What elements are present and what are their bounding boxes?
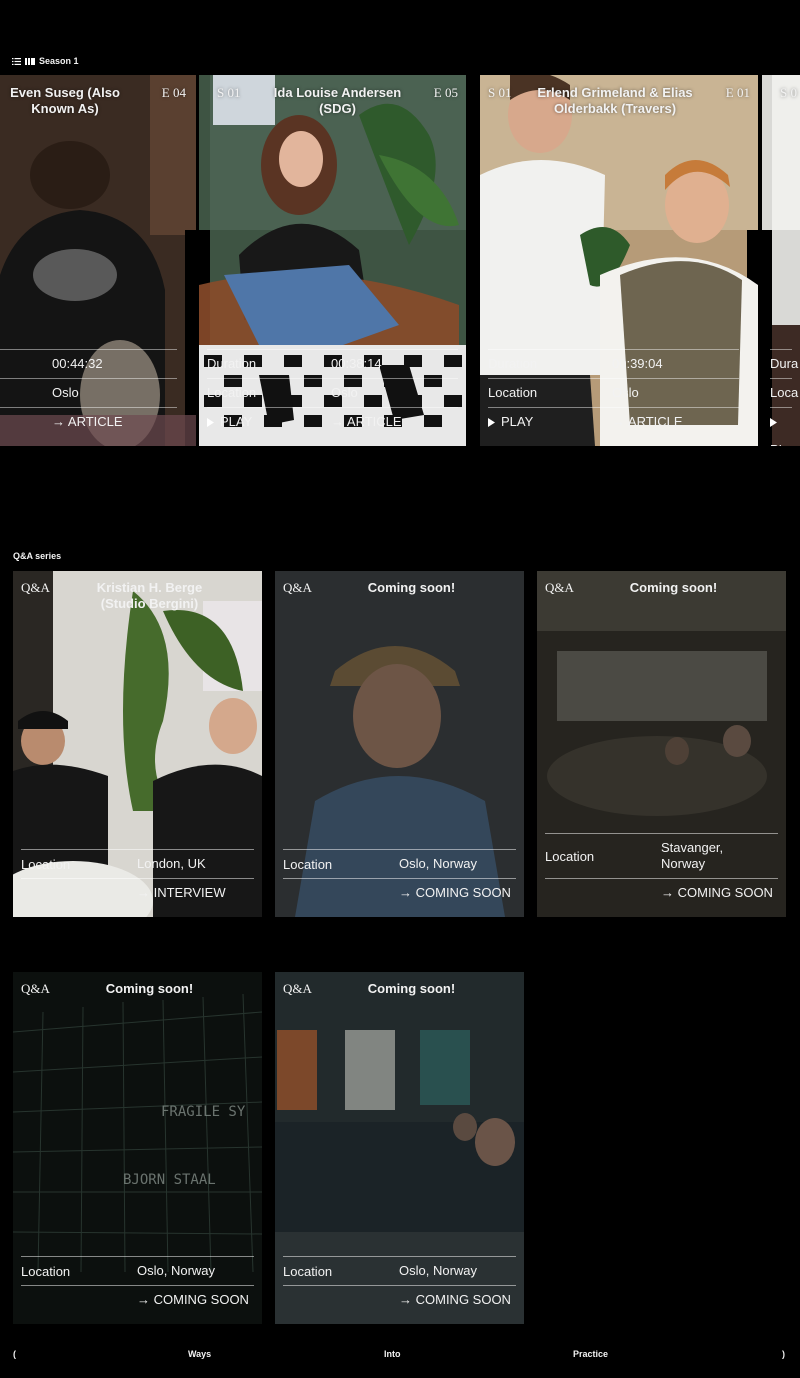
qa-tag: Q&A (283, 981, 312, 996)
episode-location: Oslo (612, 385, 639, 400)
qa-tag: Q&A (283, 580, 312, 595)
play-button[interactable]: PLAY (488, 408, 533, 436)
episode-duration: 00:39:04 (612, 356, 663, 371)
coming-soon-link[interactable]: → COMING SOON (661, 879, 778, 907)
episode-card[interactable]: Even Suseg (Also Known As) E 04 00:44:32… (0, 75, 196, 446)
qa-title: Kristian H. Berge (Studio Bergini) (96, 580, 203, 611)
location-label: Location (545, 848, 595, 864)
episode-duration: 00:38:14 (331, 356, 382, 371)
article-link[interactable]: → ARTICLE (612, 408, 683, 436)
qa-card[interactable]: Q&A Coming soon! Location Oslo, Norway → … (275, 972, 524, 1324)
qa-tag: Q&A (21, 580, 50, 595)
episode-location: Oslo (331, 385, 358, 400)
play-icon (770, 418, 777, 427)
episode-season: S 01 (488, 85, 512, 100)
location-label: Location (21, 1263, 71, 1279)
play-label: PL (770, 442, 786, 446)
episode-season: S 0 (780, 85, 797, 100)
qa-location: Oslo, Norway (399, 856, 478, 871)
episode-title: Ida Louise Andersen (SDG) (273, 85, 402, 116)
location-label: Location (283, 1263, 333, 1279)
footer-link-into[interactable]: Into (384, 1349, 401, 1359)
duration-label: Duration (207, 356, 257, 371)
episode-title: Even Suseg (Also Known As) (10, 85, 120, 116)
list-icon[interactable] (12, 57, 21, 65)
qa-card[interactable]: Q&A Coming soon! Location Stavanger, Norw… (537, 571, 786, 917)
footer-nav: ( Ways Into Practice ) (0, 1349, 800, 1363)
episode-title: Erlend Grimeland & Elias Olderbakk (Trav… (537, 85, 693, 116)
qa-card[interactable]: Q&A Kristian H. Berge (Studio Bergini) L… (13, 571, 262, 917)
qa-card[interactable]: Q&A Coming soon! Location Oslo, Norway → … (275, 571, 524, 917)
qa-title: Coming soon! (629, 580, 718, 595)
interview-link[interactable]: → INTERVIEW (137, 879, 254, 907)
svg-text:BJORN STAAL: BJORN STAAL (123, 1172, 216, 1188)
episode-card[interactable]: S 01 Erlend Grimeland & Elias Olderbakk … (480, 75, 758, 446)
qa-location: Stavanger, Norway (661, 840, 724, 871)
location-label: Location (488, 385, 538, 400)
svg-text:FRAGILE SY: FRAGILE SY (161, 1104, 246, 1120)
qa-title: Coming soon! (105, 981, 194, 996)
article-link[interactable]: → ARTICLE (331, 408, 402, 436)
footer-bracket-right: ) (782, 1349, 785, 1359)
episode-duration: 00:44:32 (52, 356, 103, 371)
grid-icon[interactable] (25, 57, 35, 65)
play-button[interactable]: PL (770, 408, 792, 446)
play-label: PLAY (220, 414, 253, 429)
episode-number: E 04 (161, 85, 186, 100)
coming-soon-link[interactable]: → COMING SOON (399, 879, 516, 907)
qa-title: Coming soon! (367, 580, 456, 595)
duration-label: Dura (770, 356, 799, 371)
play-icon (488, 418, 495, 427)
play-button[interactable]: PLAY (207, 408, 252, 436)
season-title: Season 1 (39, 56, 79, 66)
coming-soon-link[interactable]: → COMING SOON (399, 1286, 516, 1314)
location-label: Location (207, 385, 257, 400)
qa-location: Oslo, Norway (137, 1263, 216, 1278)
location-label: Loca (770, 385, 799, 400)
qa-tag: Q&A (21, 981, 50, 996)
season-selector[interactable]: Season 1 (12, 56, 79, 66)
footer-link-ways[interactable]: Ways (188, 1349, 211, 1359)
location-label: Location (21, 856, 71, 872)
episode-card[interactable]: S 0 Dura Loca PL (762, 75, 800, 446)
episode-number: E 05 (433, 85, 458, 100)
episode-card[interactable]: S 01 Ida Louise Andersen (SDG) E 05 Dura… (199, 75, 466, 446)
qa-tag: Q&A (545, 580, 574, 595)
qa-title: Coming soon! (367, 981, 456, 996)
location-label: Location (283, 856, 333, 872)
footer-bracket-left: ( (13, 1349, 16, 1359)
article-link[interactable]: → ARTICLE (52, 408, 123, 436)
qa-location: London, UK (137, 856, 206, 871)
footer-link-practice[interactable]: Practice (573, 1349, 608, 1359)
episode-number: E 01 (725, 85, 750, 100)
episode-location: Oslo (52, 385, 79, 400)
episode-season: S 01 (217, 85, 241, 100)
qa-card[interactable]: FRAGILE SY BJORN STAAL Q&A Coming soon! … (13, 972, 262, 1324)
coming-soon-link[interactable]: → COMING SOON (137, 1286, 254, 1314)
duration-label: Duration (488, 356, 538, 371)
play-icon (207, 418, 214, 427)
play-label: PLAY (501, 414, 534, 429)
qa-section-title: Q&A series (13, 551, 62, 561)
qa-location: Oslo, Norway (399, 1263, 478, 1278)
